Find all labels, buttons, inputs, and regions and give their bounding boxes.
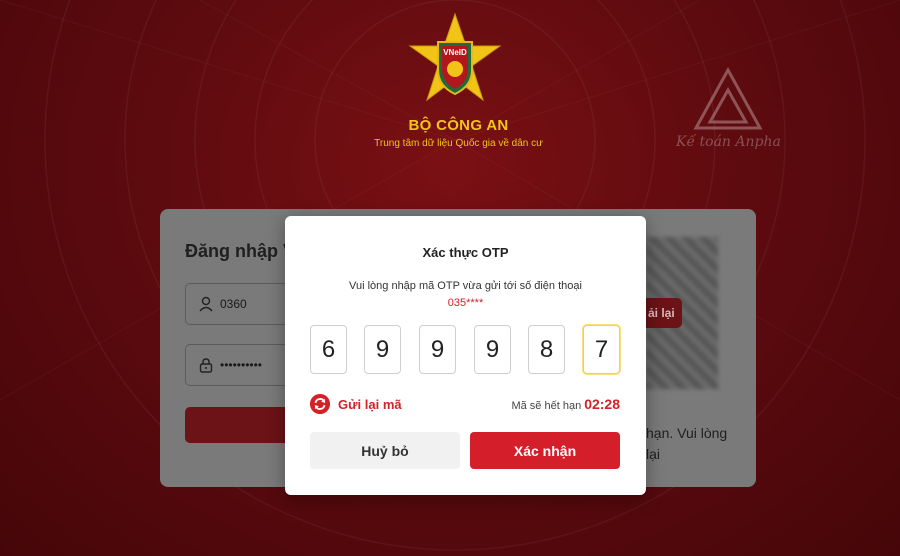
username-value: 0360 [220, 297, 247, 311]
login-title: Đăng nhập V [185, 241, 296, 261]
otp-modal: Xác thực OTP Vui lòng nhập mã OTP vừa gử… [285, 216, 646, 495]
qr-hint-line-2: lại [646, 446, 661, 462]
confirm-button[interactable]: Xác nhận [470, 432, 620, 469]
watermark-text: Kế toán Anpha [676, 134, 781, 150]
otp-digit-input[interactable]: 9 [364, 325, 401, 374]
lock-icon [199, 358, 213, 373]
org-name: BỘ CÔNG AN [408, 117, 509, 134]
otp-expiry: Mã sẽ hết hạn 02:28 [511, 396, 620, 412]
vneid-emblem-icon: VNeID [408, 12, 502, 102]
resend-code-button[interactable]: Gửi lại mã [310, 393, 402, 415]
resend-label: Gửi lại mã [338, 396, 402, 412]
retry-button[interactable]: ải lại [646, 298, 682, 328]
refresh-icon [310, 394, 330, 414]
otp-instruction: Vui lòng nhập mã OTP vừa gửi tới số điện… [349, 280, 582, 292]
qr-hint: hạn. Vui lòng lại [646, 423, 746, 465]
otp-digit-input[interactable]: 8 [528, 325, 565, 374]
modal-title: Xác thực OTP [422, 245, 509, 260]
qr-hint-line-1: hạn. Vui lòng [646, 425, 728, 441]
otp-digit-input-active[interactable]: 7 [583, 325, 620, 374]
otp-digit-input[interactable]: 9 [474, 325, 511, 374]
otp-digit-input[interactable]: 9 [419, 325, 456, 374]
otp-digit-input[interactable]: 6 [310, 325, 347, 374]
emblem-text: VNeID [443, 48, 467, 57]
user-icon [199, 296, 213, 312]
password-value: •••••••••• [220, 358, 263, 372]
watermark-logo-icon [693, 66, 763, 130]
masked-phone-number: 035**** [447, 297, 484, 309]
expiry-label: Mã sẽ hết hạn [511, 400, 582, 412]
expiry-countdown: 02:28 [584, 396, 620, 412]
cancel-button[interactable]: Huỷ bỏ [310, 432, 460, 469]
